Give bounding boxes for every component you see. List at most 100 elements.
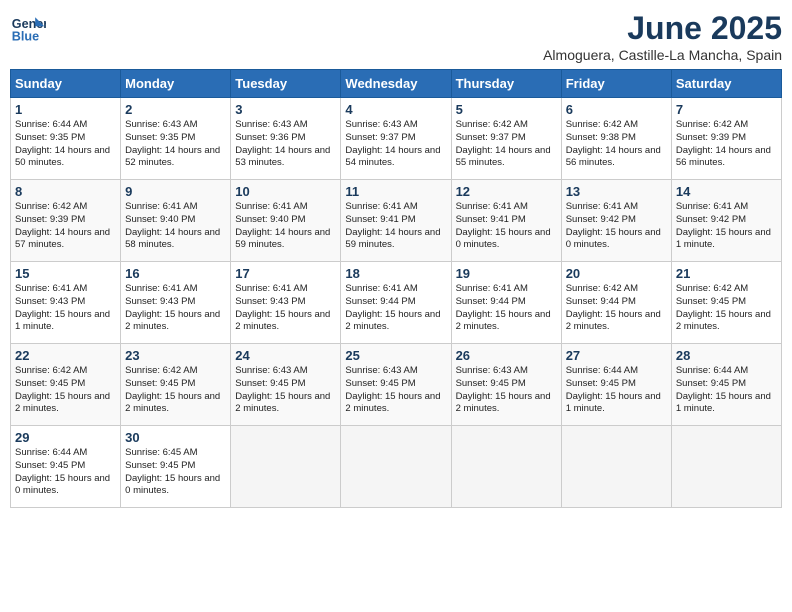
day-info: Sunrise: 6:42 AM Sunset: 9:39 PM Dayligh… (676, 119, 777, 170)
calendar-subtitle: Almoguera, Castille-La Mancha, Spain (543, 47, 782, 63)
day-number: 19 (456, 266, 557, 281)
table-row: 1 Sunrise: 6:44 AM Sunset: 9:35 PM Dayli… (11, 98, 121, 180)
table-row: 6 Sunrise: 6:42 AM Sunset: 9:38 PM Dayli… (561, 98, 671, 180)
column-header-sunday: Sunday (11, 70, 121, 98)
day-number: 25 (345, 348, 446, 363)
day-number: 5 (456, 102, 557, 117)
column-header-monday: Monday (121, 70, 231, 98)
day-info: Sunrise: 6:41 AM Sunset: 9:41 PM Dayligh… (456, 201, 557, 252)
logo: General Blue (10, 10, 46, 46)
day-number: 20 (566, 266, 667, 281)
table-row: 25 Sunrise: 6:43 AM Sunset: 9:45 PM Dayl… (341, 344, 451, 426)
table-row: 22 Sunrise: 6:42 AM Sunset: 9:45 PM Dayl… (11, 344, 121, 426)
table-row (451, 426, 561, 508)
day-number: 21 (676, 266, 777, 281)
day-number: 6 (566, 102, 667, 117)
day-info: Sunrise: 6:41 AM Sunset: 9:44 PM Dayligh… (456, 283, 557, 334)
day-number: 28 (676, 348, 777, 363)
table-row: 2 Sunrise: 6:43 AM Sunset: 9:35 PM Dayli… (121, 98, 231, 180)
table-row: 5 Sunrise: 6:42 AM Sunset: 9:37 PM Dayli… (451, 98, 561, 180)
day-info: Sunrise: 6:43 AM Sunset: 9:45 PM Dayligh… (456, 365, 557, 416)
day-info: Sunrise: 6:41 AM Sunset: 9:42 PM Dayligh… (676, 201, 777, 252)
day-info: Sunrise: 6:43 AM Sunset: 9:36 PM Dayligh… (235, 119, 336, 170)
day-info: Sunrise: 6:41 AM Sunset: 9:43 PM Dayligh… (235, 283, 336, 334)
table-row: 26 Sunrise: 6:43 AM Sunset: 9:45 PM Dayl… (451, 344, 561, 426)
table-row: 17 Sunrise: 6:41 AM Sunset: 9:43 PM Dayl… (231, 262, 341, 344)
logo-icon: General Blue (10, 10, 46, 46)
day-info: Sunrise: 6:42 AM Sunset: 9:45 PM Dayligh… (676, 283, 777, 334)
day-info: Sunrise: 6:42 AM Sunset: 9:39 PM Dayligh… (15, 201, 116, 252)
day-number: 24 (235, 348, 336, 363)
day-info: Sunrise: 6:43 AM Sunset: 9:35 PM Dayligh… (125, 119, 226, 170)
day-number: 15 (15, 266, 116, 281)
day-number: 10 (235, 184, 336, 199)
day-number: 9 (125, 184, 226, 199)
day-info: Sunrise: 6:41 AM Sunset: 9:40 PM Dayligh… (125, 201, 226, 252)
day-number: 17 (235, 266, 336, 281)
table-row (231, 426, 341, 508)
day-number: 27 (566, 348, 667, 363)
table-row: 30 Sunrise: 6:45 AM Sunset: 9:45 PM Dayl… (121, 426, 231, 508)
day-number: 4 (345, 102, 446, 117)
table-row: 11 Sunrise: 6:41 AM Sunset: 9:41 PM Dayl… (341, 180, 451, 262)
day-number: 16 (125, 266, 226, 281)
table-row: 24 Sunrise: 6:43 AM Sunset: 9:45 PM Dayl… (231, 344, 341, 426)
title-block: June 2025 Almoguera, Castille-La Mancha,… (543, 10, 782, 63)
calendar-title: June 2025 (543, 10, 782, 47)
page-header: General Blue June 2025 Almoguera, Castil… (10, 10, 782, 63)
column-header-saturday: Saturday (671, 70, 781, 98)
table-row (561, 426, 671, 508)
day-number: 18 (345, 266, 446, 281)
day-info: Sunrise: 6:41 AM Sunset: 9:43 PM Dayligh… (15, 283, 116, 334)
day-info: Sunrise: 6:44 AM Sunset: 9:45 PM Dayligh… (566, 365, 667, 416)
table-row: 4 Sunrise: 6:43 AM Sunset: 9:37 PM Dayli… (341, 98, 451, 180)
day-number: 7 (676, 102, 777, 117)
table-row: 7 Sunrise: 6:42 AM Sunset: 9:39 PM Dayli… (671, 98, 781, 180)
table-row: 9 Sunrise: 6:41 AM Sunset: 9:40 PM Dayli… (121, 180, 231, 262)
day-number: 8 (15, 184, 116, 199)
column-header-tuesday: Tuesday (231, 70, 341, 98)
day-info: Sunrise: 6:43 AM Sunset: 9:37 PM Dayligh… (345, 119, 446, 170)
day-info: Sunrise: 6:42 AM Sunset: 9:44 PM Dayligh… (566, 283, 667, 334)
day-number: 30 (125, 430, 226, 445)
table-row: 12 Sunrise: 6:41 AM Sunset: 9:41 PM Dayl… (451, 180, 561, 262)
day-info: Sunrise: 6:42 AM Sunset: 9:45 PM Dayligh… (15, 365, 116, 416)
day-info: Sunrise: 6:41 AM Sunset: 9:44 PM Dayligh… (345, 283, 446, 334)
column-header-thursday: Thursday (451, 70, 561, 98)
day-info: Sunrise: 6:41 AM Sunset: 9:42 PM Dayligh… (566, 201, 667, 252)
day-info: Sunrise: 6:41 AM Sunset: 9:43 PM Dayligh… (125, 283, 226, 334)
column-header-friday: Friday (561, 70, 671, 98)
day-info: Sunrise: 6:44 AM Sunset: 9:45 PM Dayligh… (15, 447, 116, 498)
table-row: 13 Sunrise: 6:41 AM Sunset: 9:42 PM Dayl… (561, 180, 671, 262)
table-row (341, 426, 451, 508)
svg-text:Blue: Blue (12, 30, 39, 44)
table-row: 3 Sunrise: 6:43 AM Sunset: 9:36 PM Dayli… (231, 98, 341, 180)
day-number: 12 (456, 184, 557, 199)
table-row: 14 Sunrise: 6:41 AM Sunset: 9:42 PM Dayl… (671, 180, 781, 262)
day-info: Sunrise: 6:42 AM Sunset: 9:38 PM Dayligh… (566, 119, 667, 170)
table-row: 10 Sunrise: 6:41 AM Sunset: 9:40 PM Dayl… (231, 180, 341, 262)
day-number: 3 (235, 102, 336, 117)
day-info: Sunrise: 6:41 AM Sunset: 9:40 PM Dayligh… (235, 201, 336, 252)
table-row: 21 Sunrise: 6:42 AM Sunset: 9:45 PM Dayl… (671, 262, 781, 344)
table-row: 18 Sunrise: 6:41 AM Sunset: 9:44 PM Dayl… (341, 262, 451, 344)
table-row: 20 Sunrise: 6:42 AM Sunset: 9:44 PM Dayl… (561, 262, 671, 344)
day-info: Sunrise: 6:42 AM Sunset: 9:45 PM Dayligh… (125, 365, 226, 416)
day-number: 13 (566, 184, 667, 199)
day-number: 22 (15, 348, 116, 363)
day-number: 29 (15, 430, 116, 445)
day-number: 1 (15, 102, 116, 117)
day-info: Sunrise: 6:44 AM Sunset: 9:35 PM Dayligh… (15, 119, 116, 170)
day-info: Sunrise: 6:43 AM Sunset: 9:45 PM Dayligh… (235, 365, 336, 416)
table-row: 27 Sunrise: 6:44 AM Sunset: 9:45 PM Dayl… (561, 344, 671, 426)
calendar-table: SundayMondayTuesdayWednesdayThursdayFrid… (10, 69, 782, 508)
table-row (671, 426, 781, 508)
column-header-wednesday: Wednesday (341, 70, 451, 98)
day-info: Sunrise: 6:44 AM Sunset: 9:45 PM Dayligh… (676, 365, 777, 416)
table-row: 23 Sunrise: 6:42 AM Sunset: 9:45 PM Dayl… (121, 344, 231, 426)
table-row: 15 Sunrise: 6:41 AM Sunset: 9:43 PM Dayl… (11, 262, 121, 344)
day-info: Sunrise: 6:45 AM Sunset: 9:45 PM Dayligh… (125, 447, 226, 498)
day-number: 26 (456, 348, 557, 363)
day-number: 2 (125, 102, 226, 117)
day-number: 23 (125, 348, 226, 363)
